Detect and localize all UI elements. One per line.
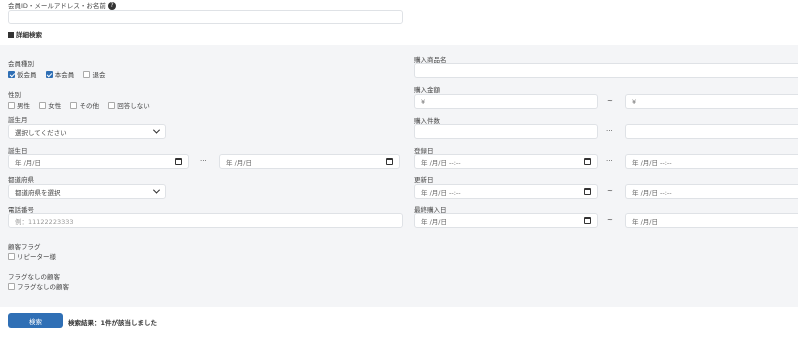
calendar-icon[interactable] — [584, 158, 591, 165]
option-label: その他 — [79, 102, 99, 110]
registered-date-to-input[interactable]: 年 /月/日 --:-- — [625, 154, 798, 169]
updated-date-from-input[interactable]: 年 /月/日 --:-- — [414, 184, 598, 199]
prefecture-label: 都道府県 — [8, 176, 34, 184]
chevron-down-icon — [152, 186, 161, 194]
calendar-icon[interactable] — [584, 217, 591, 224]
phone-input[interactable]: 例：11122223333 — [8, 213, 403, 228]
option-label: リピーター様 — [17, 253, 56, 261]
birthday-to-input[interactable]: 年 /月/日 — [219, 154, 400, 169]
birth-month-select[interactable]: 選択してください — [8, 124, 166, 139]
purchase-count-from-input[interactable] — [414, 124, 598, 139]
birth-month-selected: 選択してください — [15, 128, 67, 137]
updated-date-from-value: 年 /月/日 --:-- — [421, 188, 461, 197]
checkbox-icon[interactable] — [70, 101, 78, 109]
option-label: 回答しない — [117, 102, 150, 110]
customer-flag-option-repeater[interactable]: リピーター様 — [8, 251, 56, 261]
checkbox-icon[interactable] — [8, 252, 15, 260]
calendar-icon[interactable] — [175, 158, 182, 165]
option-label: 女性 — [48, 102, 62, 110]
last-purchase-from-input[interactable]: 年 /月/日 — [414, 213, 598, 228]
purchase-count-to-input[interactable] — [625, 124, 798, 139]
question-circle-icon[interactable]: ? — [108, 2, 117, 10]
option-label: 男性 — [17, 102, 30, 110]
checkbox-icon[interactable] — [8, 282, 15, 290]
member-search-label-text: 会員ID・メールアドレス・お名前 — [8, 2, 106, 10]
gender-option-no-answer[interactable]: 回答しない — [108, 100, 150, 110]
member-search-label: 会員ID・メールアドレス・お名前 ? — [8, 0, 117, 10]
birthday-from-value: 年 /月/日 — [15, 158, 41, 167]
last-purchase-to-value: 年 /月/日 — [632, 217, 658, 226]
member-type-option-regular[interactable]: 本会員 — [45, 69, 75, 79]
updated-date-range-separator: ~ — [607, 187, 613, 195]
birth-month-label: 誕生月 — [8, 116, 28, 124]
member-search-input[interactable] — [8, 10, 403, 24]
birthday-range-separator: ··· — [200, 157, 207, 165]
purchase-amount-to-input[interactable]: ¥ — [625, 94, 798, 109]
customer-flag-label: 顧客フラグ — [8, 243, 41, 251]
gender-option-other[interactable]: その他 — [70, 100, 99, 110]
calendar-icon[interactable] — [386, 158, 393, 165]
option-label: 本会員 — [54, 71, 75, 79]
checkbox-checked-icon[interactable] — [8, 70, 15, 78]
yen-prefix: ¥ — [421, 97, 426, 106]
search-button-label: 検索 — [29, 317, 42, 326]
gender-option-female[interactable]: 女性 — [39, 100, 61, 110]
no-flag-option[interactable]: フラグなしの顧客 — [8, 281, 69, 291]
detail-search-panel — [0, 45, 798, 307]
option-label: フラグなしの顧客 — [17, 283, 69, 291]
updated-date-to-value: 年 /月/日 --:-- — [632, 188, 672, 197]
calendar-icon[interactable] — [584, 188, 591, 195]
gender-options: 男性 女性 その他 回答しない — [8, 100, 157, 111]
birthday-to-value: 年 /月/日 — [226, 158, 252, 167]
last-purchase-range-separator: ~ — [607, 216, 613, 224]
yen-prefix: ¥ — [632, 97, 637, 106]
checkbox-icon[interactable] — [39, 101, 47, 109]
last-purchase-from-value: 年 /月/日 — [421, 217, 447, 226]
prefecture-select[interactable]: 都道府県を選択 — [8, 184, 166, 199]
registered-date-to-value: 年 /月/日 --:-- — [632, 158, 672, 167]
registered-date-from-value: 年 /月/日 --:-- — [421, 158, 461, 167]
purchase-amount-range-separator: ~ — [607, 97, 613, 105]
checkbox-icon[interactable] — [8, 101, 15, 109]
checkbox-icon[interactable] — [83, 70, 91, 78]
no-flag-options: フラグなしの顧客 — [8, 281, 76, 292]
detail-search-label: 詳細検索 — [16, 31, 42, 39]
option-label: 仮会員 — [17, 71, 37, 79]
search-result-text: 検索結果：1件が該当しました — [68, 319, 158, 327]
checkbox-icon[interactable] — [108, 101, 116, 109]
purchase-amount-label: 購入金額 — [414, 86, 440, 94]
detail-search-toggle[interactable]: 詳細検索 — [8, 29, 42, 39]
updated-date-to-input[interactable]: 年 /月/日 --:-- — [625, 184, 798, 199]
last-purchase-to-input[interactable]: 年 /月/日 — [625, 213, 798, 228]
gender-label: 性別 — [8, 91, 21, 99]
birthday-from-input[interactable]: 年 /月/日 — [8, 154, 189, 169]
phone-placeholder: 例：11122223333 — [15, 217, 74, 226]
registered-date-from-input[interactable]: 年 /月/日 --:-- — [414, 154, 598, 169]
purchase-count-range-separator: ··· — [606, 127, 613, 135]
customer-flag-options: リピーター様 — [8, 251, 63, 262]
minus-square-icon — [8, 32, 14, 38]
checkbox-checked-icon[interactable] — [45, 70, 53, 78]
member-type-options: 仮会員 本会員 退会 — [8, 69, 112, 80]
registered-date-range-separator: ··· — [606, 157, 613, 165]
prefecture-selected: 都道府県を選択 — [15, 188, 61, 197]
purchase-amount-from-input[interactable]: ¥ — [414, 94, 598, 109]
updated-date-label: 更新日 — [414, 176, 434, 184]
member-type-label: 会員種別 — [8, 60, 34, 68]
product-name-input[interactable] — [414, 63, 798, 78]
chevron-down-icon — [152, 126, 161, 134]
member-type-option-withdrawn[interactable]: 退会 — [83, 69, 105, 79]
search-button[interactable]: 検索 — [8, 313, 63, 328]
no-flag-label: フラグなしの顧客 — [8, 273, 60, 281]
option-label: 退会 — [92, 71, 106, 79]
gender-option-male[interactable]: 男性 — [8, 100, 30, 110]
member-type-option-provisional[interactable]: 仮会員 — [8, 69, 37, 79]
